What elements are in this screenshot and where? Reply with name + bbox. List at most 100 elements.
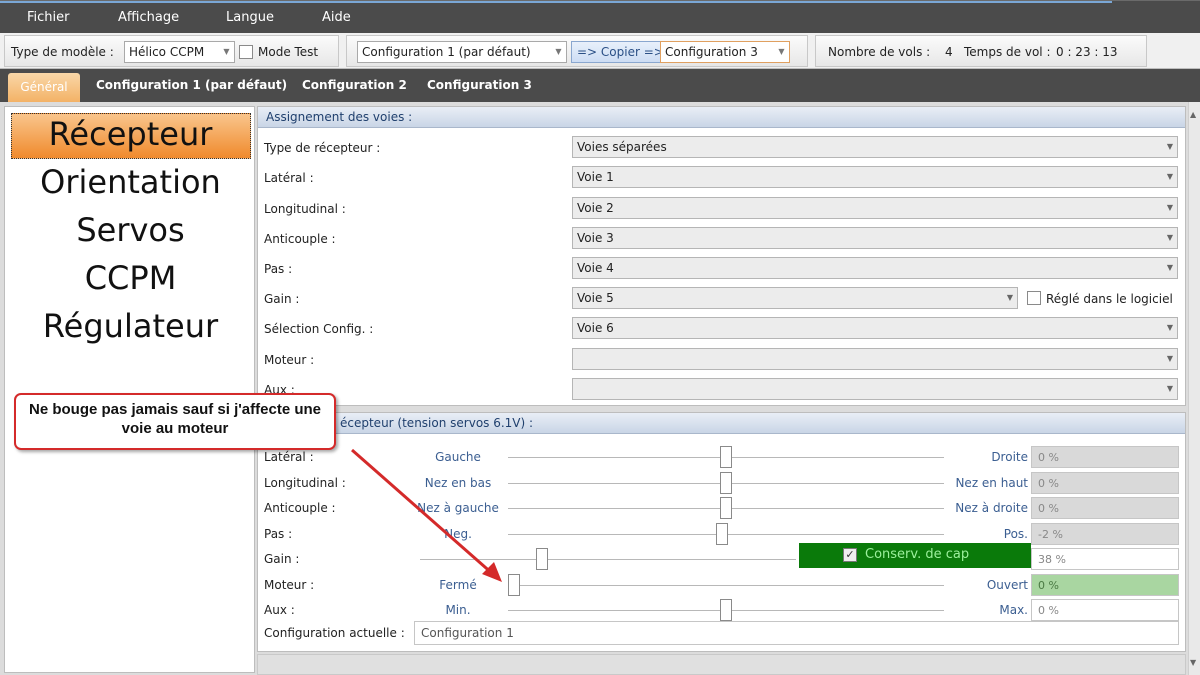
aux-min-label: Min. — [445, 603, 471, 617]
chevron-down-icon: ▼ — [1006, 293, 1013, 302]
chevron-down-icon: ▼ — [1166, 323, 1173, 332]
config-select-channel-label: Sélection Config. : — [264, 322, 374, 336]
gain-slider-thumb[interactable] — [536, 548, 548, 570]
heading-hold-label: Conserv. de cap — [865, 547, 970, 562]
vertical-scrollbar[interactable]: ▲ ▼ — [1188, 102, 1200, 675]
scroll-down-icon[interactable]: ▼ — [1190, 658, 1196, 667]
flights-value: 4 — [945, 45, 953, 59]
longitudinal-slider-thumb[interactable] — [720, 472, 732, 494]
tab-configuration-1[interactable]: Configuration 1 (par défaut) — [96, 78, 287, 92]
longitudinal-slider-label: Longitudinal : — [264, 476, 346, 490]
tab-general[interactable]: Général — [8, 73, 80, 102]
chevron-down-icon: ▼ — [778, 47, 785, 56]
anticouple-slider-label: Anticouple : — [264, 501, 336, 515]
menu-fichier[interactable]: Fichier — [27, 10, 70, 25]
receiver-type-value: Voies séparées — [577, 140, 667, 154]
assignment-panel: Assignement des voies : Type de récepteu… — [257, 106, 1186, 406]
menu-langue[interactable]: Langue — [226, 10, 274, 25]
config-target-value: Configuration 3 — [665, 45, 758, 59]
lateral-value-display: 0 % — [1031, 446, 1179, 468]
motor-min-label: Fermé — [439, 578, 477, 592]
heading-hold-checkbox[interactable]: ✓ — [843, 548, 857, 562]
lateral-channel-select[interactable]: Voie 1 ▼ — [572, 166, 1178, 188]
assignment-title: Assignement des voies : — [258, 107, 1185, 128]
bottom-gray-band — [257, 654, 1186, 675]
flight-time-value: 0 : 23 : 13 — [1056, 45, 1118, 59]
anticouple-channel-value: Voie 3 — [577, 231, 614, 245]
lateral-min-label: Gauche — [435, 450, 481, 464]
longitudinal-channel-label: Longitudinal : — [264, 202, 346, 216]
config-select-channel-select[interactable]: Voie 6 ▼ — [572, 317, 1178, 339]
lateral-slider-thumb[interactable] — [720, 446, 732, 468]
pitch-value-display: -2 % — [1031, 523, 1179, 545]
tab-configuration-3[interactable]: Configuration 3 — [427, 78, 532, 92]
sidebar-item-recepteur[interactable]: Récepteur — [5, 115, 256, 153]
sidebar-item-orientation[interactable]: Orientation — [5, 163, 256, 201]
copy-button[interactable]: => Copier => — [571, 41, 670, 63]
config-target-select[interactable]: Configuration 3 ▼ — [660, 41, 790, 63]
config-source-value: Configuration 1 (par défaut) — [362, 45, 531, 59]
chevron-down-icon: ▼ — [223, 47, 230, 56]
motor-value-display: 0 % — [1031, 574, 1179, 596]
gain-channel-select[interactable]: Voie 5 ▼ — [572, 287, 1018, 309]
anticouple-channel-select[interactable]: Voie 3 ▼ — [572, 227, 1178, 249]
aux-channel-select[interactable]: ▼ — [572, 378, 1178, 400]
toolbar-group-stats: Nombre de vols : 4 Temps de vol : 0 : 23… — [815, 35, 1147, 67]
menu-affichage[interactable]: Affichage — [118, 10, 179, 25]
menu-top-line — [0, 1, 1112, 3]
chevron-down-icon: ▼ — [1166, 142, 1173, 151]
anticouple-value-display: 0 % — [1031, 497, 1179, 519]
pitch-max-label: Pos. — [1003, 527, 1028, 541]
lateral-slider-label: Latéral : — [264, 450, 314, 464]
heading-hold-box[interactable]: ✓ Conserv. de cap — [799, 543, 1031, 568]
anticouple-slider-thumb[interactable] — [720, 497, 732, 519]
pitch-slider-label: Pas : — [264, 527, 293, 541]
toolbar-group-model: Type de modèle : Hélico CCPM ▼ Mode Test — [4, 35, 339, 67]
chevron-down-icon: ▼ — [1166, 263, 1173, 272]
menu-bar: Fichier Affichage Langue Aide — [0, 0, 1200, 33]
motor-channel-label: Moteur : — [264, 353, 315, 367]
sidebar-item-ccpm[interactable]: CCPM — [5, 259, 256, 297]
menu-aide[interactable]: Aide — [322, 10, 351, 25]
sidebar-item-regulateur[interactable]: Régulateur — [5, 307, 256, 345]
flight-time-label: Temps de vol : — [964, 45, 1051, 59]
gain-channel-label: Gain : — [264, 292, 300, 306]
pitch-channel-value: Voie 4 — [577, 261, 614, 275]
scroll-up-icon[interactable]: ▲ — [1190, 110, 1196, 119]
pitch-min-label: Neg. — [444, 527, 472, 541]
gain-slider-track[interactable] — [420, 559, 796, 560]
config-select-channel-value: Voie 6 — [577, 321, 614, 335]
aux-value-display: 0 % — [1031, 599, 1179, 621]
pitch-slider-thumb[interactable] — [716, 523, 728, 545]
toolbar-group-copy: Configuration 1 (par défaut) ▼ => Copier… — [346, 35, 808, 67]
gain-software-checkbox[interactable] — [1027, 291, 1041, 305]
receiver-type-select[interactable]: Voies séparées ▼ — [572, 136, 1178, 158]
mode-test-checkbox[interactable] — [239, 45, 253, 59]
tab-bar: Général Configuration 1 (par défaut) Con… — [0, 69, 1200, 102]
longitudinal-max-label: Nez en haut — [955, 476, 1028, 490]
receiver-title: écepteur (tension servos 6.1V) : — [258, 413, 1185, 434]
longitudinal-channel-value: Voie 2 — [577, 201, 614, 215]
receiver-type-label: Type de récepteur : — [264, 141, 381, 155]
config-source-select[interactable]: Configuration 1 (par défaut) ▼ — [357, 41, 567, 63]
aux-slider-thumb[interactable] — [720, 599, 732, 621]
model-type-select[interactable]: Hélico CCPM ▼ — [124, 41, 235, 63]
motor-channel-select[interactable]: ▼ — [572, 348, 1178, 370]
aux-max-label: Max. — [999, 603, 1028, 617]
motor-slider-track[interactable] — [508, 585, 944, 586]
chevron-down-icon: ▼ — [1166, 203, 1173, 212]
sidebar-item-servos[interactable]: Servos — [5, 211, 256, 249]
gain-channel-value: Voie 5 — [577, 291, 614, 305]
tab-configuration-2[interactable]: Configuration 2 — [302, 78, 407, 92]
longitudinal-channel-select[interactable]: Voie 2 ▼ — [572, 197, 1178, 219]
chevron-down-icon: ▼ — [1166, 384, 1173, 393]
longitudinal-value-display: 0 % — [1031, 472, 1179, 494]
flights-label: Nombre de vols : — [828, 45, 931, 59]
pitch-channel-select[interactable]: Voie 4 ▼ — [572, 257, 1178, 279]
mode-test-label: Mode Test — [258, 45, 319, 59]
lateral-channel-label: Latéral : — [264, 171, 314, 185]
gain-slider-label: Gain : — [264, 552, 300, 566]
anticouple-min-label: Nez à gauche — [417, 501, 499, 515]
gain-software-label: Réglé dans le logiciel — [1046, 292, 1173, 306]
gain-value-display: 38 % — [1031, 548, 1179, 570]
